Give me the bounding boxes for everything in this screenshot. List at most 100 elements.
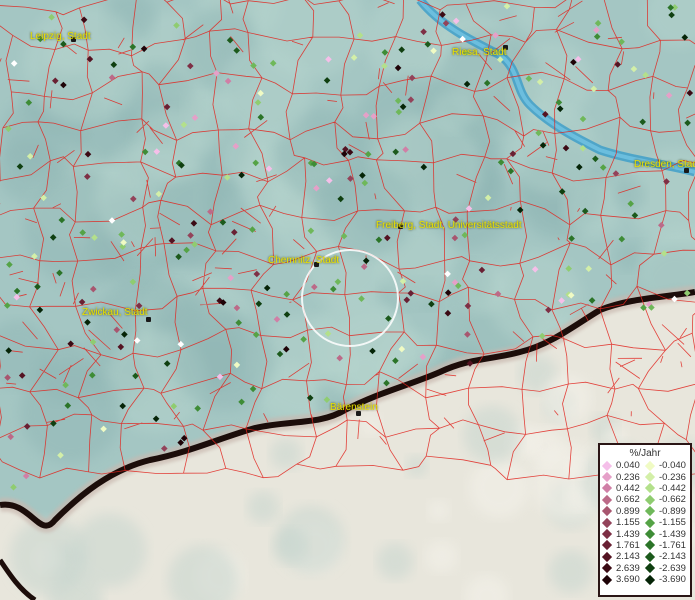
legend-row-negative: -2.143 xyxy=(644,551,692,562)
measurement-points xyxy=(4,2,694,491)
measurement-point xyxy=(283,290,290,298)
measurement-point xyxy=(194,405,201,412)
measurement-point xyxy=(313,184,320,192)
legend-label: -0.236 xyxy=(659,471,686,483)
measurement-point xyxy=(463,80,471,88)
measurement-point xyxy=(394,64,402,72)
legend-label: 3.690 xyxy=(616,574,640,586)
map-view[interactable]: Leipzig, Stadt Riesa, Stadt Dresden, Sta… xyxy=(0,0,695,600)
measurement-point xyxy=(640,304,647,311)
measurement-point xyxy=(461,231,469,239)
measurement-point xyxy=(558,188,566,195)
measurement-point xyxy=(420,163,428,171)
measurement-point xyxy=(22,472,30,480)
measurement-point xyxy=(464,302,472,310)
measurement-point xyxy=(403,296,411,304)
measurement-point xyxy=(78,298,86,306)
measurement-point xyxy=(545,306,552,314)
measurement-point xyxy=(91,234,98,241)
measurement-point xyxy=(48,13,55,21)
legend-swatch xyxy=(644,494,656,505)
measurement-point xyxy=(183,246,190,254)
measurement-point xyxy=(420,28,427,36)
measurement-point xyxy=(326,177,333,184)
measurement-point xyxy=(444,270,451,278)
measurement-point xyxy=(483,79,491,87)
measurement-point xyxy=(398,46,405,53)
measurement-point xyxy=(108,217,116,224)
legend-swatch xyxy=(644,460,656,471)
legend-swatch xyxy=(601,551,613,562)
measurement-point xyxy=(593,26,600,34)
measurement-point xyxy=(224,77,232,85)
measurement-point xyxy=(424,41,432,48)
measurement-point xyxy=(255,300,263,308)
measurement-point xyxy=(497,159,505,166)
measurement-point xyxy=(52,77,59,85)
measurement-point xyxy=(173,22,180,29)
legend-label: -1.761 xyxy=(659,539,686,551)
measurement-point xyxy=(57,452,64,459)
measurement-point xyxy=(130,195,137,203)
measurement-point xyxy=(263,284,271,292)
measurement-point xyxy=(129,278,137,286)
measurement-point xyxy=(361,179,369,187)
measurement-point xyxy=(84,173,91,180)
measurement-point xyxy=(337,195,344,203)
measurement-point xyxy=(663,178,670,185)
measurement-point xyxy=(503,2,511,10)
measurement-point xyxy=(235,319,242,326)
measurement-point xyxy=(4,302,11,309)
measurement-point xyxy=(133,337,141,344)
measurement-point xyxy=(6,261,13,268)
measurement-point xyxy=(334,278,342,286)
measurement-point xyxy=(375,236,383,244)
measurement-point xyxy=(585,265,592,272)
city-label-freiberg: Freiberg, Stadt, Universitätsstadt xyxy=(376,220,522,231)
measurement-point xyxy=(118,231,125,238)
measurement-point xyxy=(592,155,599,163)
measurement-point xyxy=(478,266,486,274)
measurement-point xyxy=(132,372,139,380)
measurement-point xyxy=(170,402,178,410)
measurement-point xyxy=(627,200,634,207)
legend-label: 0.236 xyxy=(616,471,640,483)
measurement-point xyxy=(34,283,41,290)
measurement-point xyxy=(565,265,572,272)
measurement-point xyxy=(408,74,416,82)
measurement-point xyxy=(23,423,31,430)
measurement-point xyxy=(369,347,376,355)
legend-swatch xyxy=(601,483,613,494)
measurement-point xyxy=(249,226,256,233)
measurement-point xyxy=(442,20,450,27)
measurement-point xyxy=(117,343,125,351)
measurement-point xyxy=(252,159,259,167)
measurement-point xyxy=(191,114,199,121)
measurement-point xyxy=(671,295,678,303)
measurement-point xyxy=(465,205,473,212)
measurement-point xyxy=(556,105,564,113)
legend-label: 1.155 xyxy=(616,517,640,529)
measurement-point xyxy=(452,17,460,25)
measurement-point xyxy=(576,163,583,171)
measurement-point xyxy=(163,360,171,367)
legend-label: -2.639 xyxy=(659,562,686,574)
measurement-point xyxy=(187,232,194,239)
measurement-point xyxy=(233,361,241,369)
measurement-point xyxy=(555,99,563,106)
legend-label: 0.662 xyxy=(616,494,640,506)
legend-row-positive: 0.899 xyxy=(601,506,649,517)
legend-row-negative: -0.662 xyxy=(644,494,692,505)
measurement-point xyxy=(444,289,452,296)
measurement-point xyxy=(358,295,365,302)
measurement-point xyxy=(630,65,638,73)
measurement-point xyxy=(257,89,264,97)
measurement-point xyxy=(581,207,589,215)
measurement-point xyxy=(323,77,331,84)
measurement-point xyxy=(360,263,368,270)
measurement-point xyxy=(392,357,399,364)
measurement-point xyxy=(56,269,63,277)
measurement-point xyxy=(84,150,92,158)
measurement-point xyxy=(50,420,57,427)
legend-label: 1.761 xyxy=(616,539,640,551)
